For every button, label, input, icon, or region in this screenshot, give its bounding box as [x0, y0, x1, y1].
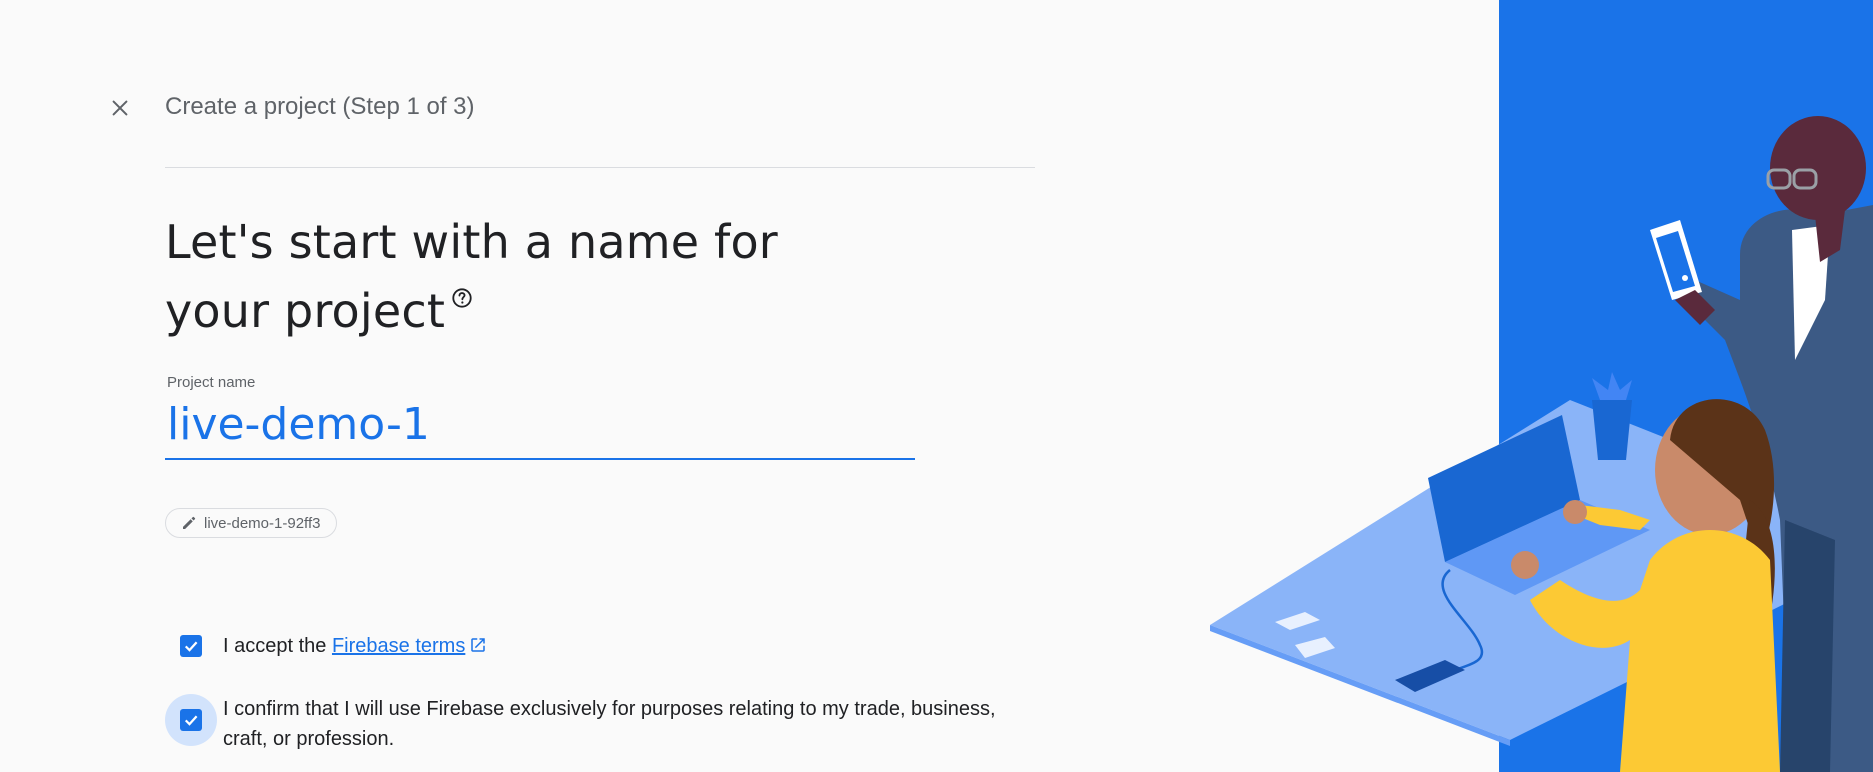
help-circle-icon[interactable] — [451, 287, 473, 309]
heading-line-2-wrap: your project — [165, 277, 865, 346]
pencil-icon — [183, 516, 196, 529]
check-icon — [184, 641, 198, 652]
heading-line-2: your project — [165, 284, 446, 338]
project-id-label: live-demo-1-92ff3 — [204, 514, 321, 532]
close-button[interactable] — [100, 88, 140, 128]
terms-checkbox-box — [180, 635, 202, 657]
heading-line-1: Let's start with a name for — [165, 215, 778, 269]
confirm-row: I confirm that I will use Firebase exclu… — [165, 694, 1023, 754]
confirm-text: I confirm that I will use Firebase exclu… — [223, 698, 996, 750]
form-panel: Create a project (Step 1 of 3) Let's sta… — [0, 0, 1180, 772]
confirm-checkbox-box — [180, 709, 202, 731]
terms-checkbox[interactable] — [165, 620, 217, 672]
open-in-new-icon[interactable] — [469, 636, 487, 654]
close-icon — [112, 100, 128, 116]
check-icon — [184, 715, 198, 726]
firebase-terms-link[interactable]: Firebase terms — [332, 635, 465, 657]
page-title: Create a project (Step 1 of 3) — [165, 93, 475, 120]
project-id-chip[interactable]: live-demo-1-92ff3 — [165, 508, 338, 538]
project-name-input[interactable] — [165, 396, 915, 460]
project-name-label: Project name — [167, 374, 256, 391]
create-project-page: Create a project (Step 1 of 3) Let's sta… — [0, 0, 1873, 772]
main-heading: Let's start with a name for your project — [165, 208, 865, 346]
terms-row: I accept the Firebase terms — [165, 620, 487, 672]
confirm-checkbox[interactable] — [165, 694, 217, 746]
terms-text: I accept the Firebase terms — [223, 620, 487, 661]
people-working-illustration — [1210, 116, 1873, 772]
terms-prefix: I accept the — [223, 635, 332, 657]
header-divider — [165, 167, 1035, 168]
